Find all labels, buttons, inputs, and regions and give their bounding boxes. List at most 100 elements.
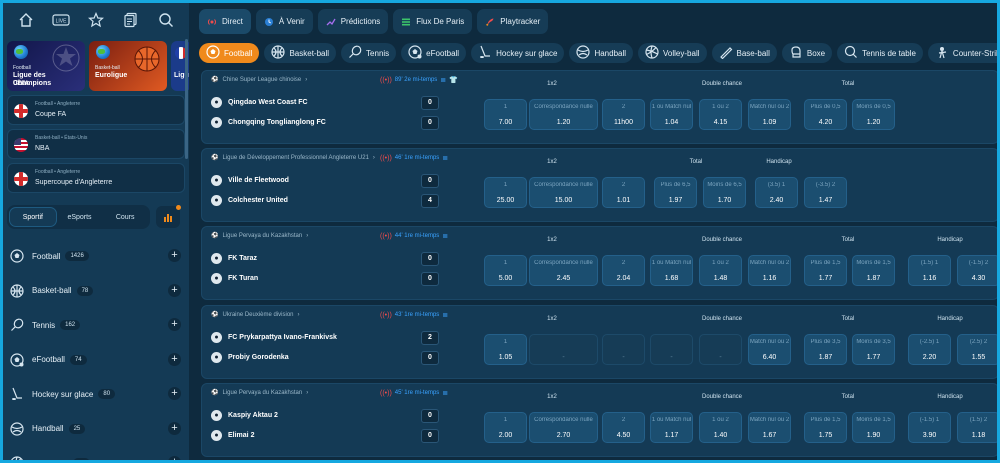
match-card[interactable]: ⚽ Ligue Pervaya du Kazakhstan › ((•)) 44' 1… [201, 226, 997, 300]
star-icon[interactable] [87, 11, 105, 29]
sport-pill-football[interactable]: Football [199, 43, 260, 63]
sport-pill-counter-strike[interactable]: Counter-Strike [927, 43, 997, 63]
odds-button[interactable]: Correspondance nulle 15.00 [529, 177, 598, 208]
sidebar-item-football[interactable]: Football 1426 + [3, 239, 185, 274]
tab-predictions[interactable]: Prédictions [317, 9, 389, 34]
sidebar-item-volley-ball[interactable]: Volley-ball 58 + [3, 446, 185, 460]
odds-button[interactable]: Moins de 6,5 1.70 [703, 177, 746, 208]
match-league[interactable]: ⚽ Ligue Pervaya du Kazakhstan › [211, 232, 308, 240]
sport-pill-tennis[interactable]: Tennis [341, 43, 397, 63]
odds-button[interactable]: Moins de 3,5 1.77 [852, 334, 895, 365]
odds-button[interactable]: Moins de 1,5 1.90 [852, 412, 895, 443]
tab-a-venir[interactable]: À Venir [255, 9, 313, 34]
expand-plus-icon[interactable]: + [168, 283, 181, 297]
tab-cours[interactable]: Cours [102, 207, 148, 227]
sidebar-item-handball[interactable]: Handball 25 + [3, 412, 185, 447]
sidebar-scrollbar[interactable] [185, 39, 188, 159]
odds-button[interactable]: 1 2.00 [484, 412, 527, 443]
odds-button[interactable]: 1 ou Match nul 1.68 [650, 255, 693, 286]
sport-pill-handball[interactable]: Handball [569, 43, 634, 63]
odds-button[interactable]: Moins de 1,5 1.87 [852, 255, 895, 286]
odds-button[interactable]: (-1.5) 1 3.90 [908, 412, 951, 443]
odds-button[interactable]: (-3.5) 2 1.47 [804, 177, 847, 208]
odds-button[interactable]: - [602, 334, 645, 365]
sport-pill-hockey-sur-glace[interactable]: Hockey sur glace [471, 43, 565, 63]
tab-flux-de-paris[interactable]: Flux De Paris [393, 9, 473, 34]
sidebar-item-efootball[interactable]: eFootball 74 + [3, 343, 185, 378]
sidebar-item-tennis[interactable]: Tennis 162 + [3, 308, 185, 343]
match-league[interactable]: ⚽ Ligue Pervaya du Kazakhstan › [211, 389, 308, 397]
odds-button[interactable]: 1 25.00 [484, 177, 527, 208]
odds-button[interactable]: 2 1.01 [602, 177, 645, 208]
banner-euroleague[interactable]: Basket-ball Euroligue [89, 41, 167, 91]
odds-button[interactable]: Match nul ou 2 1.16 [748, 255, 791, 286]
odds-button[interactable]: - [699, 334, 742, 365]
match-card[interactable]: ⚽ Ligue de Développement Professionnel An… [201, 148, 997, 222]
odds-button[interactable]: Match nul ou 2 1.67 [748, 412, 791, 443]
odds-button[interactable]: 1 5.00 [484, 255, 527, 286]
sport-pill-efootball[interactable]: eFootball [401, 43, 467, 63]
odds-button[interactable]: Moins de 0,5 1.20 [852, 99, 895, 130]
home-icon[interactable] [17, 11, 35, 29]
odds-button[interactable]: 1 ou Match nul 1.04 [650, 99, 693, 130]
odds-button[interactable]: Plus de 1,5 1.77 [804, 255, 847, 286]
team-row[interactable]: ● Colchester United [211, 195, 288, 206]
live-tv-icon[interactable]: LIVE [52, 11, 70, 29]
team-row[interactable]: ● Elimai 2 [211, 430, 254, 441]
odds-button[interactable]: Plus de 6,5 1.97 [654, 177, 697, 208]
search-icon[interactable] [157, 11, 175, 29]
odds-button[interactable]: 1 ou 2 1.48 [699, 255, 742, 286]
tab-playtracker[interactable]: Playtracker [477, 9, 549, 34]
match-card[interactable]: ⚽ Chine Super League chinoise › ((•)) 89' 2… [201, 70, 997, 144]
match-card[interactable]: ⚽ Ligue Pervaya du Kazakhstan › ((•)) 45' 1… [201, 383, 997, 457]
odds-button[interactable]: - [650, 334, 693, 365]
tab-direct[interactable]: Direct [199, 9, 251, 34]
expand-plus-icon[interactable]: + [168, 318, 181, 331]
odds-button[interactable]: Plus de 0,5 4.20 [804, 99, 847, 130]
odds-button[interactable]: (-2.5) 1 2.20 [908, 334, 951, 365]
match-league[interactable]: ⚽ Ukraine Deuxième division › [211, 311, 300, 319]
odds-button[interactable]: Correspondance nulle 2.70 [529, 412, 598, 443]
team-row[interactable]: ● Chongqing Tonglianglong FC [211, 117, 326, 128]
team-row[interactable]: ● FK Taraz [211, 253, 257, 264]
expand-plus-icon[interactable]: + [168, 456, 181, 460]
odds-button[interactable]: 1 ou Match nul 1.17 [650, 412, 693, 443]
odds-button[interactable]: Plus de 1,5 1.75 [804, 412, 847, 443]
team-row[interactable]: ● Qingdao West Coast FC [211, 97, 308, 108]
odds-button[interactable]: - [529, 334, 598, 365]
odds-button[interactable]: Match nul ou 2 6.40 [748, 334, 791, 365]
odds-button[interactable]: Correspondance nulle 2.45 [529, 255, 598, 286]
sport-pill-base-ball[interactable]: Base-ball [711, 43, 777, 63]
sidebar-item-basket-ball[interactable]: Basket-ball 78 + [3, 274, 185, 309]
expand-plus-icon[interactable]: + [168, 352, 181, 366]
odds-button[interactable]: (2.5) 2 1.55 [957, 334, 997, 365]
team-row[interactable]: ● FC Prykarpattya Ivano-Frankivsk [211, 332, 337, 343]
sidebar-item-hockey-sur-glace[interactable]: Hockey sur glace 80 + [3, 377, 185, 412]
odds-button[interactable]: Plus de 3,5 1.87 [804, 334, 847, 365]
odds-button[interactable]: (3.5) 1 2.40 [755, 177, 798, 208]
odds-button[interactable]: 1 7.00 [484, 99, 527, 130]
tab-esports[interactable]: eSports [57, 207, 103, 227]
odds-button[interactable]: 2 4.50 [602, 412, 645, 443]
team-row[interactable]: ● Probiy Gorodenka [211, 352, 289, 363]
match-league[interactable]: ⚽ Ligue de Développement Professionnel An… [211, 154, 375, 162]
expand-plus-icon[interactable]: + [168, 421, 181, 435]
odds-button[interactable]: Correspondance nulle 1.20 [529, 99, 598, 130]
betslip-icon[interactable] [122, 11, 140, 29]
odds-button[interactable]: (1.5) 2 1.18 [957, 412, 997, 443]
league-item[interactable]: Basket-ball • États-Unis NBA [7, 129, 185, 159]
team-row[interactable]: ● Ville de Fleetwood [211, 175, 289, 186]
odds-button[interactable]: 1 1.05 [484, 334, 527, 365]
match-league[interactable]: ⚽ Chine Super League chinoise › [211, 76, 307, 84]
sport-pill-basket-ball[interactable]: Basket-ball [264, 43, 337, 63]
stats-button[interactable] [156, 205, 181, 228]
odds-button[interactable]: 1 ou 2 1.40 [699, 412, 742, 443]
odds-button[interactable]: Match nul ou 2 1.09 [748, 99, 791, 130]
sport-pill-tennis-de-table[interactable]: Tennis de table [837, 43, 923, 63]
sport-pill-boxe[interactable]: Boxe [781, 43, 833, 63]
sport-pill-volley-ball[interactable]: Volley-ball [638, 43, 707, 63]
team-row[interactable]: ● FK Turan [211, 273, 258, 284]
odds-button[interactable]: (1.5) 1 1.16 [908, 255, 951, 286]
league-item[interactable]: Football • Angleterre Coupe FA [7, 95, 185, 125]
odds-button[interactable]: (-1.5) 2 4.30 [957, 255, 997, 286]
